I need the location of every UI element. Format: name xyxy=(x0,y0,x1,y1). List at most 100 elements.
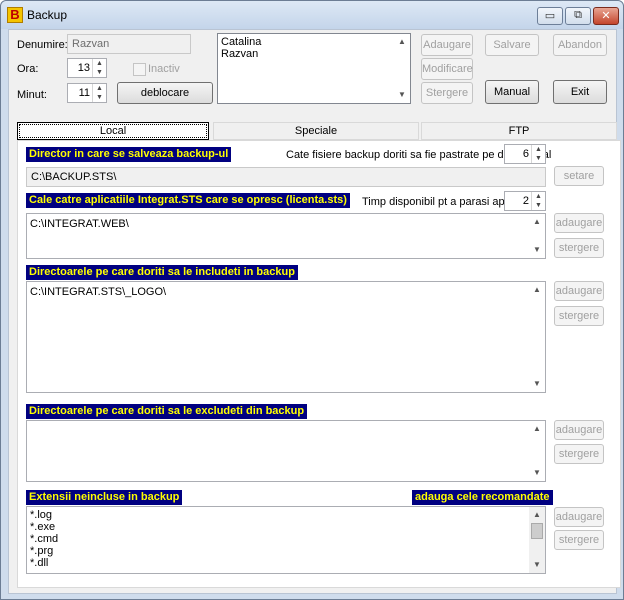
spin-down-icon[interactable]: ▼ xyxy=(532,154,545,163)
include-textarea[interactable]: C:\INTEGRAT.STS\_LOGO\ ▲ ▼ xyxy=(26,281,546,393)
scroll-up-icon[interactable]: ▲ xyxy=(529,282,545,298)
app-icon: B xyxy=(7,7,23,23)
modify-button-label: Modificare xyxy=(422,63,473,75)
spin-up-icon[interactable]: ▲ xyxy=(532,145,545,154)
extensions-scrollbar[interactable]: ▲ ▼ xyxy=(529,507,545,573)
scroll-up-icon[interactable]: ▲ xyxy=(529,507,545,523)
set-button[interactable]: setare xyxy=(554,166,604,186)
abandon-button[interactable]: Abandon xyxy=(553,34,607,56)
backup-path-field[interactable]: C:\BACKUP.STS\ xyxy=(26,167,546,187)
minute-stepper-arrows[interactable]: ▲ ▼ xyxy=(92,84,106,102)
spin-up-icon[interactable]: ▲ xyxy=(532,192,545,201)
apps-delete-label: stergere xyxy=(558,242,600,254)
hour-stepper-arrows[interactable]: ▲ ▼ xyxy=(92,59,106,77)
apps-add-label: adaugare xyxy=(555,217,603,229)
extensions-textarea[interactable]: *.log *.exe *.cmd *.prg *.dll ▲ ▼ xyxy=(26,506,546,574)
restore-icon: ⧉ xyxy=(574,9,582,21)
name-field[interactable]: Razvan xyxy=(67,34,191,54)
minute-stepper[interactable]: 11 ▲ ▼ xyxy=(67,83,107,103)
save-button[interactable]: Salvare xyxy=(485,34,539,56)
window-title: Backup xyxy=(27,8,68,22)
tab-ftp[interactable]: FTP xyxy=(421,122,617,140)
spin-down-icon[interactable]: ▼ xyxy=(93,93,106,102)
scroll-up-icon[interactable]: ▲ xyxy=(394,34,410,50)
spin-up-icon[interactable]: ▲ xyxy=(93,59,106,68)
spin-up-icon[interactable]: ▲ xyxy=(93,84,106,93)
tab-speciale[interactable]: Speciale xyxy=(213,122,419,140)
extensions-delete-label: stergere xyxy=(558,534,600,546)
exclude-add-button[interactable]: adaugare xyxy=(554,420,604,440)
time-arrows[interactable]: ▲ ▼ xyxy=(531,192,545,210)
list-item: C:\INTEGRAT.STS\_LOGO\ xyxy=(30,286,167,298)
include-delete-label: stergere xyxy=(558,310,600,322)
extensions-title: Extensii neincluse in backup xyxy=(26,490,183,505)
spin-down-icon[interactable]: ▼ xyxy=(532,201,545,210)
extensions-add-label: adaugare xyxy=(555,511,603,523)
include-add-button[interactable]: adaugare xyxy=(554,281,604,301)
scroll-down-icon[interactable]: ▼ xyxy=(529,242,545,258)
list-item[interactable]: Razvan xyxy=(221,48,258,60)
minute-label: Minut: xyxy=(17,89,47,101)
client-area: Denumire: Razvan Ora: 13 ▲ ▼ Inactiv Min… xyxy=(8,29,621,594)
apps-textarea[interactable]: C:\INTEGRAT.WEB\ ▲ ▼ xyxy=(26,213,546,259)
exclude-scrollbar[interactable]: ▲ ▼ xyxy=(529,421,545,481)
keep-files-value: 6 xyxy=(522,148,529,160)
minimize-button[interactable]: ▭ xyxy=(537,7,563,25)
modify-button[interactable]: Modificare xyxy=(421,58,473,80)
keep-files-stepper[interactable]: 6 ▲ ▼ xyxy=(504,144,546,164)
scroll-thumb[interactable] xyxy=(531,523,543,539)
name-label: Denumire: xyxy=(17,39,68,51)
scroll-down-icon[interactable]: ▼ xyxy=(529,557,545,573)
scroll-down-icon[interactable]: ▼ xyxy=(529,465,545,481)
unlock-button-label: deblocare xyxy=(140,87,190,99)
hour-stepper[interactable]: 13 ▲ ▼ xyxy=(67,58,107,78)
scroll-up-icon[interactable]: ▲ xyxy=(529,214,545,230)
abandon-button-label: Abandon xyxy=(557,39,603,51)
close-button[interactable]: ✕ xyxy=(593,7,619,25)
backup-dir-title: Director in care se salveaza backup-ul xyxy=(26,147,232,162)
manual-button-label: Manual xyxy=(493,86,531,98)
add-recommended-button[interactable]: adauga cele recomandate xyxy=(412,490,553,505)
scroll-up-icon[interactable]: ▲ xyxy=(529,421,545,437)
include-add-label: adaugare xyxy=(555,285,603,297)
backup-window: B Backup ▭ ⧉ ✕ Denumire: Razvan Ora: 13 … xyxy=(0,0,624,600)
apps-scrollbar[interactable]: ▲ ▼ xyxy=(529,214,545,258)
manual-button[interactable]: Manual xyxy=(485,80,539,104)
time-stepper[interactable]: 2 ▲ ▼ xyxy=(504,191,546,211)
maximize-button[interactable]: ⧉ xyxy=(565,7,591,25)
scroll-down-icon[interactable]: ▼ xyxy=(394,87,410,103)
tab-strip: Local Speciale FTP xyxy=(17,122,621,140)
apps-title: Cale catre aplicatiile Integrat.STS care… xyxy=(26,193,350,208)
users-scrollbar[interactable]: ▲ ▼ xyxy=(394,34,410,103)
tab-local[interactable]: Local xyxy=(17,122,209,140)
time-value: 2 xyxy=(522,195,529,207)
delete-button[interactable]: Stergere xyxy=(421,82,473,104)
exclude-delete-label: stergere xyxy=(558,448,600,460)
inactive-label: Inactiv xyxy=(148,63,180,75)
unlock-button[interactable]: deblocare xyxy=(117,82,213,104)
exit-button-label: Exit xyxy=(570,86,590,98)
list-item: *.log xyxy=(30,509,53,521)
extensions-delete-button[interactable]: stergere xyxy=(554,530,604,550)
include-delete-button[interactable]: stergere xyxy=(554,306,604,326)
add-button-label: Adaugare xyxy=(423,39,471,51)
apps-add-button[interactable]: adaugare xyxy=(554,213,604,233)
keep-files-arrows[interactable]: ▲ ▼ xyxy=(531,145,545,163)
add-button[interactable]: Adaugare xyxy=(421,34,473,56)
spin-down-icon[interactable]: ▼ xyxy=(93,68,106,77)
apps-delete-button[interactable]: stergere xyxy=(554,238,604,258)
list-item: C:\INTEGRAT.WEB\ xyxy=(30,218,129,230)
scroll-down-icon[interactable]: ▼ xyxy=(529,376,545,392)
list-item: *.dll xyxy=(30,557,49,569)
list-item[interactable]: Catalina xyxy=(221,36,261,48)
include-scrollbar[interactable]: ▲ ▼ xyxy=(529,282,545,392)
inactive-checkbox[interactable] xyxy=(133,63,146,76)
extensions-add-button[interactable]: adaugare xyxy=(554,507,604,527)
users-list[interactable]: Catalina Razvan ▲ ▼ xyxy=(217,33,411,104)
exclude-delete-button[interactable]: stergere xyxy=(554,444,604,464)
exclude-add-label: adaugare xyxy=(555,424,603,436)
exit-button[interactable]: Exit xyxy=(553,80,607,104)
exclude-title: Directoarele pe care doriti sa le exclud… xyxy=(26,404,308,419)
exclude-textarea[interactable]: ▲ ▼ xyxy=(26,420,546,482)
title-bar[interactable]: B Backup ▭ ⧉ ✕ xyxy=(1,1,623,29)
